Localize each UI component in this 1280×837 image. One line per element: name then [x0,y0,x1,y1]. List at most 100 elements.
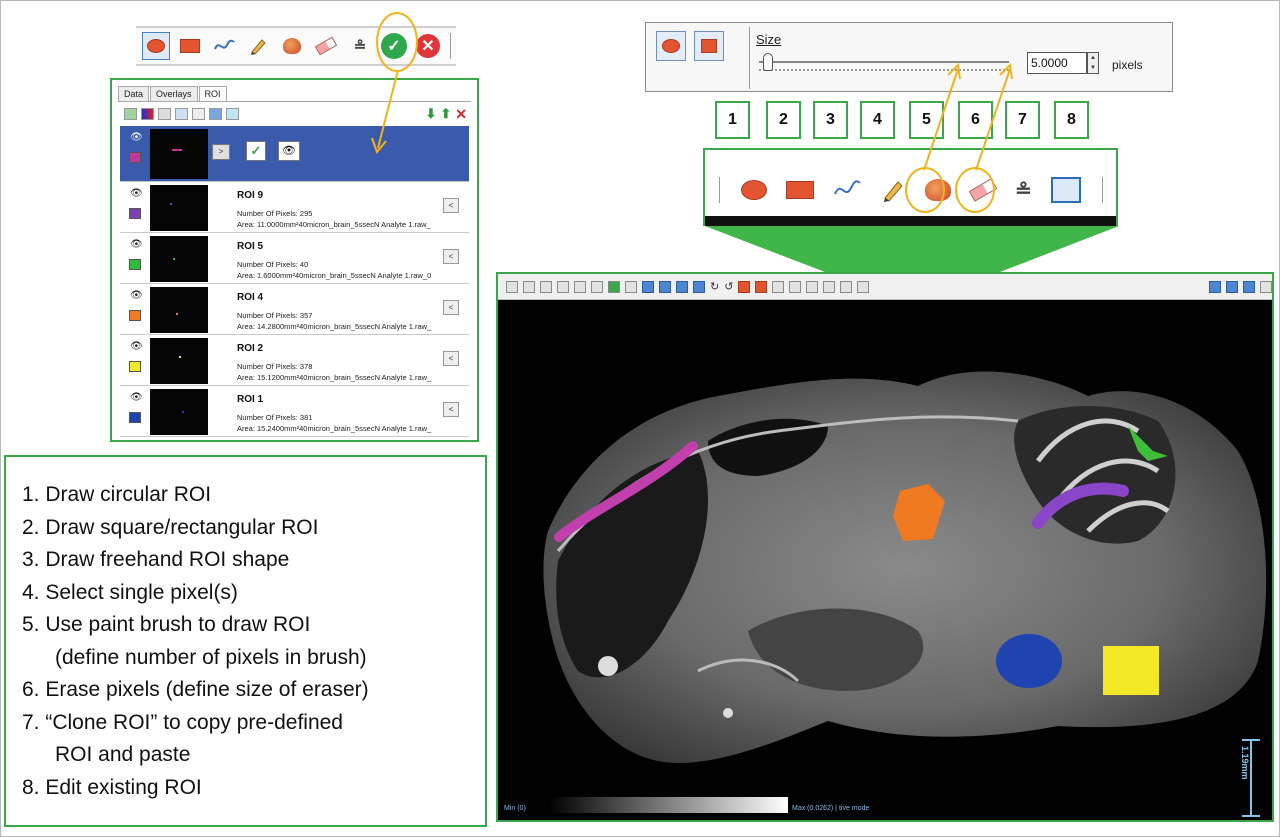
arrow-left-icon[interactable] [642,280,654,293]
paint-brush-icon[interactable] [806,280,819,293]
circle-brush-button[interactable] [656,31,686,61]
expand-button[interactable]: > [212,144,230,160]
eye-icon[interactable]: 👁 [130,188,143,199]
ellipse-icon[interactable] [738,280,751,293]
roi-color-swatch[interactable] [129,208,141,219]
eye-icon[interactable]: 👁 [130,132,143,143]
fill-icon[interactable] [158,108,171,120]
roi-row[interactable]: 👁 ROI 4 Number Of Pixels: 357 Area: 14.2800… [120,284,469,335]
roi-expand-button[interactable]: < [443,300,459,315]
pencil-icon[interactable] [789,280,802,293]
size-spinner[interactable]: ▲ ▼ [1087,52,1099,74]
edit-roi-icon[interactable] [1050,177,1081,203]
freehand-icon[interactable] [772,280,785,293]
tab-overlays[interactable]: Overlays [150,86,198,102]
roi-pixel-count: Number Of Pixels: 40 [237,260,309,269]
legend-item: 7. “Clone ROI” to copy pre-defined [22,710,343,734]
roi-thumbnail-dot [170,203,172,205]
roi-row[interactable]: 👁 ROI 1 Number Of Pixels: 381 Area: 15.2400… [120,386,469,437]
eraser-button[interactable] [312,32,340,60]
roi-area: Area: 14.2800mm²40micron_brain_5ssecN An… [237,322,432,331]
ellipse-icon[interactable] [741,180,767,200]
viewer-toolbar: ↻ ↺ [498,274,1272,300]
roi-pixel-count: Number Of Pixels: 295 [237,209,313,218]
grid-icon[interactable] [625,280,637,293]
move-up-icon[interactable]: ⬆ [440,106,451,122]
ellipse-icon [662,39,680,53]
freehand-icon[interactable] [833,180,861,200]
clone-stamp-icon[interactable] [840,280,853,293]
arrow-right-icon[interactable] [659,280,671,293]
legend-item: 2. Draw square/rectangular ROI [22,515,319,539]
roi-expand-button[interactable]: < [443,402,459,417]
rectangle-icon[interactable] [755,280,768,293]
rectangle-icon [180,39,200,53]
add-roi-icon[interactable] [124,108,137,120]
toolbar-separator [450,33,451,59]
layers-icon[interactable] [1209,280,1221,293]
eye-icon[interactable]: 👁 [130,290,143,301]
square-brush-button[interactable] [694,31,724,61]
cancel-button[interactable]: ✕ [414,32,442,60]
scale-bar-label: 1.19mm [1240,746,1250,780]
link-icon[interactable] [1226,280,1238,293]
delete-icon[interactable]: ✕ [455,106,467,123]
clone-roi-button[interactable]: ≗ [346,32,374,60]
zoom-in-icon[interactable] [557,280,569,293]
roi-expand-button[interactable]: < [443,351,459,366]
select-pixel-button[interactable] [244,32,272,60]
apply-check-button[interactable]: ✓ [246,141,266,161]
rotate-ccw-icon[interactable]: ↺ [724,280,733,293]
roi-expand-button[interactable]: < [443,249,459,264]
draw-freehand-button[interactable] [210,32,238,60]
hand-pan-icon[interactable] [523,280,535,293]
pin-icon[interactable] [1243,280,1255,293]
roi-name: ROI 4 [237,292,264,303]
roi-color-swatch[interactable] [129,412,141,423]
zoom-out-icon[interactable] [574,280,586,293]
show-icon[interactable] [175,108,188,120]
image-viewer: ↻ ↺ 1.19mm [496,272,1274,822]
roi-row[interactable]: 👁 ROI 2 Number Of Pixels: 378 Area: 15.1200… [120,335,469,386]
roi-expand-button[interactable]: < [443,198,459,213]
home-icon[interactable] [591,280,603,293]
pointer-icon[interactable] [540,280,552,293]
arrow-up-icon[interactable] [676,280,688,293]
eye-icon[interactable]: 👁 [130,392,143,403]
green-tool-icon[interactable] [608,280,620,293]
rotate-cw-icon[interactable]: ↻ [710,280,719,293]
visibility-button[interactable]: 👁 [278,141,300,161]
roi-row[interactable]: 👁 ROI 5 Number Of Pixels: 40 Area: 1.6000mm… [120,233,469,284]
arrow-down-icon[interactable] [693,280,705,293]
legend-item: 1. Draw circular ROI [22,483,212,506]
tab-data[interactable]: Data [118,86,150,102]
paint-brush-button[interactable] [278,32,306,60]
size-slider-handle[interactable] [763,53,773,71]
roi-row[interactable]: 👁 ROI 9 Number Of Pixels: 295 Area: 11.0000… [120,182,469,233]
roi-color-swatch[interactable] [129,310,141,321]
roi-thumbnail [150,338,208,384]
colormap-icon[interactable] [141,108,154,120]
snowflake-icon[interactable] [226,108,239,120]
rectangle-icon[interactable] [786,181,814,199]
zoom-dropdown-icon[interactable] [506,280,518,293]
draw-rectangle-button[interactable] [176,32,204,60]
hide-icon[interactable] [192,108,205,120]
eraser-icon[interactable] [823,280,836,293]
move-down-icon[interactable]: ⬇ [425,106,436,122]
legend-item: ROI and paste [55,743,191,766]
export-icon[interactable] [209,108,222,120]
fit-icon[interactable] [1260,280,1272,293]
roi-color-swatch[interactable] [129,152,141,163]
edit-roi-icon[interactable] [857,280,870,293]
zoom-wedge [705,226,1119,272]
roi-color-swatch[interactable] [129,259,141,270]
roi-color-swatch[interactable] [129,361,141,372]
brain-image[interactable] [498,301,1274,822]
roi-area: Area: 15.2400mm²40micron_brain_5ssecN An… [237,424,432,433]
colorbar-max: Max (0.0262) | tive mode [792,805,870,812]
draw-circle-button[interactable] [142,32,170,60]
tab-roi[interactable]: ROI [198,86,227,102]
eye-icon[interactable]: 👁 [130,239,143,250]
eye-icon[interactable]: 👁 [130,341,143,352]
